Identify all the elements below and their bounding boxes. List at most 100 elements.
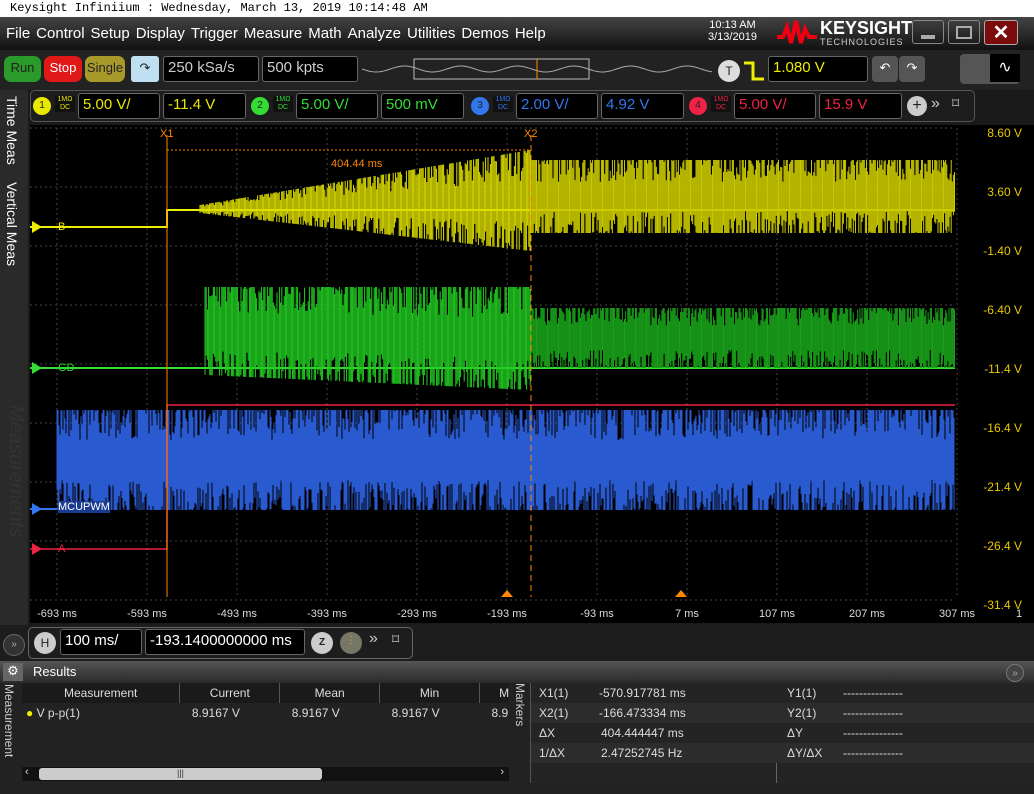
add-channel-button[interactable]: + xyxy=(907,96,927,116)
time-reference-marker xyxy=(675,590,687,597)
touch-mode-button[interactable]: ∿ xyxy=(960,54,1020,84)
tab-measurements[interactable]: Measurements xyxy=(4,405,27,537)
zoom-button[interactable]: Z xyxy=(311,632,333,654)
impedance: 1MΩ xyxy=(713,96,729,103)
marker-y-value: --------------- xyxy=(843,746,903,760)
ch1-coupling: 1MΩ DC xyxy=(55,96,75,112)
y-tick-label: -26.4 V xyxy=(983,539,1022,553)
ch2-waveform-label: GD xyxy=(58,362,75,374)
trigger-level-field[interactable]: 1.080 V xyxy=(768,56,868,82)
marker-x1-label[interactable]: X1 xyxy=(160,128,173,140)
marker-label: X2(1) xyxy=(539,706,569,720)
marker-label: X1(1) xyxy=(539,686,569,700)
markers-side-tab[interactable]: Markers xyxy=(513,683,527,726)
menu-file[interactable]: File xyxy=(6,25,30,42)
measurement-mean: 8.9167 V xyxy=(291,706,340,720)
ch2-offset-field[interactable]: 500 mV xyxy=(381,93,464,119)
column-header[interactable]: Measurement xyxy=(22,683,181,703)
redo-button[interactable]: ↷ xyxy=(899,56,925,82)
waveform-overview[interactable] xyxy=(361,57,713,86)
menu-analyze[interactable]: Analyze xyxy=(348,25,401,42)
tab-time-meas[interactable]: Time Meas xyxy=(4,96,20,165)
gear-icon[interactable]: ⚙ xyxy=(3,663,23,681)
expand-icon[interactable]: » xyxy=(931,95,940,113)
memory-depth-field[interactable]: 500 kpts xyxy=(262,56,358,82)
ch4-scale-field[interactable]: 5.00 V/ xyxy=(734,93,816,119)
horizontal-position-field[interactable]: -193.1400000000 ms xyxy=(145,629,305,655)
menu-setup[interactable]: Setup xyxy=(91,25,130,42)
ch1-waveform xyxy=(530,160,955,233)
ch1-scale-field[interactable]: 5.00 V/ xyxy=(78,93,160,119)
waveform-display[interactable] xyxy=(30,125,1034,623)
x-tick-label: -693 ms xyxy=(37,608,77,620)
column-header[interactable]: Max xyxy=(479,683,509,703)
autoscale-button[interactable]: ↷ xyxy=(131,56,159,82)
impedance: 1MΩ xyxy=(57,96,73,103)
table-row[interactable]: ● V p-p(1) 8.9167 V 8.9167 V 8.9167 V 8.9 xyxy=(22,703,509,723)
minimize-button[interactable] xyxy=(912,20,944,44)
y-tick-label: 3.60 V xyxy=(987,185,1022,199)
undo-button[interactable]: ↶ xyxy=(872,56,898,82)
single-button[interactable]: Single xyxy=(85,56,125,82)
brand-sub: TECHNOLOGIES xyxy=(820,37,904,47)
menu-measure[interactable]: Measure xyxy=(244,25,302,42)
x-tick-label: 207 ms xyxy=(848,608,886,620)
close-button[interactable]: ✕ xyxy=(984,20,1018,45)
measurement-name: V p-p(1) xyxy=(36,706,80,720)
run-button[interactable]: Run xyxy=(4,56,41,82)
column-header[interactable]: Min xyxy=(379,683,481,703)
horizontal-scrollbar[interactable]: ||| ‹ › xyxy=(22,766,509,781)
ch2-scale-field[interactable]: 5.00 V/ xyxy=(296,93,378,119)
marker-x2-label[interactable]: X2 xyxy=(524,128,537,140)
expand-left-button[interactable]: » xyxy=(3,634,25,656)
results-title: Results xyxy=(33,664,77,679)
marker-y-value: --------------- xyxy=(843,706,903,720)
clock-time: 10:13 AM xyxy=(709,19,756,31)
measurement-min: 8.9167 V xyxy=(391,706,440,720)
window-title: Keysight Infiniium : Wednesday, March 13… xyxy=(0,0,1034,17)
menu-math[interactable]: Math xyxy=(308,25,341,42)
trigger-button[interactable]: T xyxy=(718,60,740,82)
ch3-button[interactable]: 3 xyxy=(471,97,489,115)
marker-y-value: --------------- xyxy=(843,686,903,700)
ch4-coupling: 1MΩ DC xyxy=(711,96,731,112)
column-header[interactable]: Mean xyxy=(279,683,381,703)
ch2-button[interactable]: 2 xyxy=(251,97,269,115)
marker-value: -570.917781 ms xyxy=(599,686,686,700)
expand-icon[interactable]: » xyxy=(369,630,378,648)
pin-icon[interactable]: ⌑ xyxy=(392,631,399,648)
timebase-scale-field[interactable]: 100 ms/ xyxy=(60,629,142,655)
menu-utilities[interactable]: Utilities xyxy=(407,25,455,42)
ch3-scale-field[interactable]: 2.00 V/ xyxy=(516,93,598,119)
collapse-results-button[interactable]: » xyxy=(1006,664,1024,682)
sample-rate-field[interactable]: 250 kSa/s xyxy=(163,56,259,82)
menu-control[interactable]: Control xyxy=(36,25,84,42)
ch4-button[interactable]: 4 xyxy=(689,97,707,115)
ch2-waveform xyxy=(530,308,955,368)
ch4-offset-field[interactable]: 15.9 V xyxy=(819,93,902,119)
marker-value: -166.473334 ms xyxy=(599,706,686,720)
y-tick-label: 8.60 V xyxy=(987,126,1022,140)
menu-demos[interactable]: Demos xyxy=(461,25,509,42)
tab-vertical-meas[interactable]: Vertical Meas xyxy=(4,182,20,266)
menu-display[interactable]: Display xyxy=(136,25,185,42)
trigger-marker xyxy=(501,590,513,597)
measurement-table: MeasurementCurrentMeanMinMax ● V p-p(1) 8… xyxy=(22,683,509,763)
ch1-offset-field[interactable]: -11.4 V xyxy=(163,93,246,119)
measurement-side-tab[interactable]: Measurement xyxy=(2,684,16,757)
grid-button[interactable]: ⋮ xyxy=(340,632,362,654)
horizontal-button[interactable]: H xyxy=(34,632,56,654)
maximize-button[interactable] xyxy=(948,20,980,44)
menu-trigger[interactable]: Trigger xyxy=(191,25,238,42)
menu-help[interactable]: Help xyxy=(515,25,546,42)
keysight-logo xyxy=(775,17,820,52)
clock: 10:13 AM 3/13/2019 xyxy=(708,19,757,43)
ch3-offset-field[interactable]: 4.92 V xyxy=(601,93,684,119)
column-header[interactable]: Current xyxy=(179,683,281,703)
dc-label: DC xyxy=(497,104,509,111)
stop-button[interactable]: Stop xyxy=(44,56,82,82)
ch1-button[interactable]: 1 xyxy=(33,97,51,115)
results-header xyxy=(0,661,1034,683)
pin-icon[interactable]: ⌑ xyxy=(952,95,959,112)
marker-value: 2.47252745 Hz xyxy=(601,746,683,760)
